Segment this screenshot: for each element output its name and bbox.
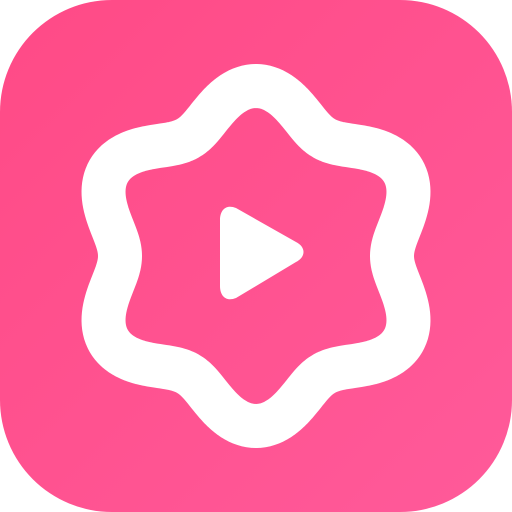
- app-icon-canvas: [0, 0, 512, 512]
- app-icon[interactable]: [0, 0, 512, 512]
